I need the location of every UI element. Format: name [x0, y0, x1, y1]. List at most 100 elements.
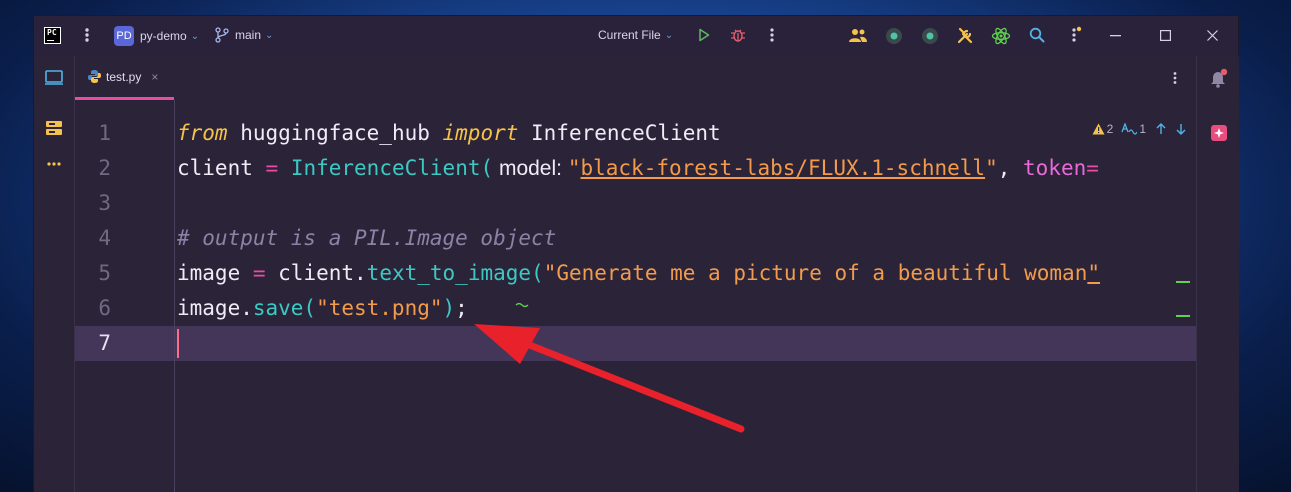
scroll-marker: [1176, 281, 1190, 283]
annotation-arrow: [474, 324, 745, 433]
run-configuration-selector[interactable]: Current File ⌄: [598, 28, 673, 42]
code-token: ": [1087, 261, 1100, 285]
warning-count: 2: [1106, 122, 1114, 136]
git-branch-icon: [215, 27, 229, 43]
line-number-gutter: 1 2 3 4 5 6 7: [75, 100, 175, 492]
chevron-down-icon: ⌄: [265, 29, 274, 41]
code-token: client: [177, 156, 266, 180]
code-token: import: [442, 121, 519, 145]
typo-count: 1: [1139, 122, 1146, 136]
code-token: ": [985, 156, 998, 180]
search-everywhere-button[interactable]: [1029, 27, 1045, 43]
line-number: 6: [98, 296, 111, 320]
users-icon: [849, 29, 867, 42]
notifications-button[interactable]: [1209, 68, 1229, 92]
run-button[interactable]: [698, 28, 710, 42]
structure-icon: [46, 121, 62, 135]
plugin-status-button-2[interactable]: [921, 27, 939, 45]
atom-icon: [991, 27, 1011, 45]
circle-status-icon: [886, 28, 902, 44]
more-actions-button[interactable]: [769, 27, 775, 43]
play-icon: [699, 28, 710, 42]
title-bar: PC PD py-demo ⌄ main ⌄ Current File ⌄: [34, 16, 1238, 56]
maximize-button[interactable]: [1160, 30, 1171, 41]
close-tab-button[interactable]: ×: [151, 70, 158, 84]
kebab-menu-icon: [1173, 72, 1177, 84]
code-token: ,: [997, 156, 1024, 180]
branch-selector[interactable]: main ⌄: [215, 27, 273, 43]
code-token: text_to_image(: [366, 261, 544, 285]
code-token: =: [265, 156, 279, 180]
code-token: client.: [265, 261, 367, 285]
code-token: "test.png": [316, 296, 443, 320]
more-tool-windows-button[interactable]: [46, 152, 62, 171]
more-horizontal-icon: [47, 162, 61, 166]
branch-name: main: [235, 28, 262, 42]
ai-chat-button[interactable]: [1210, 124, 1228, 146]
code-line[interactable]: client = InferenceClient( model: "black-…: [177, 151, 1099, 186]
left-tool-window-bar: [34, 56, 75, 492]
code-token: black-forest-labs/FLUX.1-schnell: [580, 156, 986, 180]
code-line[interactable]: image = client.text_to_image("Generate m…: [177, 256, 1100, 291]
code-token: # output is a PIL.Image object: [177, 226, 557, 250]
spark-chat-icon: [1211, 125, 1227, 141]
typo-icon: [1121, 123, 1138, 135]
ai-assistant-button[interactable]: [991, 26, 1011, 46]
maximize-icon: [1160, 30, 1171, 41]
bug-icon: [731, 29, 745, 42]
search-icon: [1029, 27, 1045, 43]
editor-tab-bar: test.py ×: [75, 56, 1196, 100]
tab-options-button[interactable]: [1172, 70, 1178, 89]
close-window-button[interactable]: [1207, 30, 1218, 41]
tools-icon: [957, 27, 973, 44]
code-token: "Generate me a picture of a beautiful wo…: [543, 261, 1088, 285]
code-token: ": [567, 156, 581, 180]
code-token: image: [177, 261, 253, 285]
arrow-down-icon[interactable]: [1176, 123, 1186, 135]
line-number: 7: [98, 331, 111, 355]
code-line[interactable]: # output is a PIL.Image object: [177, 221, 556, 256]
python-file-icon: [88, 70, 101, 83]
minimize-icon: [1110, 35, 1121, 37]
kebab-menu-icon: [770, 28, 774, 42]
kebab-menu-icon: [85, 28, 89, 42]
line-number: 4: [98, 226, 111, 250]
chevron-down-icon: ⌄: [664, 29, 674, 41]
text-caret: [177, 329, 179, 358]
tab-label: test.py: [106, 69, 142, 84]
code-token: =: [252, 261, 266, 285]
right-tool-window-bar: [1196, 56, 1239, 492]
tab-test-py[interactable]: test.py ×: [75, 56, 174, 100]
line-number: 5: [98, 261, 111, 285]
warning-icon: [1092, 123, 1105, 135]
code-line[interactable]: image.save("test.png");: [177, 291, 468, 326]
minimize-button[interactable]: [1110, 35, 1121, 37]
line-number: 3: [98, 191, 111, 215]
line-number: 2: [98, 156, 111, 180]
run-config-label: Current File: [598, 28, 661, 42]
bell-icon: [1211, 68, 1228, 88]
project-selector[interactable]: PD py-demo ⌄: [114, 26, 199, 46]
code-token: InferenceClient(: [290, 156, 494, 180]
close-icon: [1207, 30, 1218, 41]
ide-window: PC PD py-demo ⌄ main ⌄ Current File ⌄ te…: [34, 16, 1239, 492]
chevron-down-icon: ⌄: [190, 30, 200, 42]
app-logo[interactable]: PC: [44, 27, 61, 44]
structure-tool-button[interactable]: [45, 120, 63, 140]
code-token: InferenceClient: [518, 121, 721, 145]
main-menu-button[interactable]: [84, 27, 90, 43]
plugin-status-button[interactable]: [885, 27, 903, 45]
build-tools-button[interactable]: [956, 27, 974, 45]
code-token: =: [1086, 156, 1099, 180]
project-tool-button[interactable]: [44, 70, 64, 90]
code-token: save(: [252, 296, 317, 320]
settings-menu-button[interactable]: [1070, 26, 1082, 44]
debug-button[interactable]: [730, 27, 746, 43]
arrow-up-icon[interactable]: [1156, 123, 1166, 135]
project-name: py-demo: [140, 29, 187, 43]
code-with-me-button[interactable]: [848, 27, 868, 43]
line-number: 1: [98, 121, 111, 145]
inspection-widget[interactable]: 2 1: [1092, 122, 1186, 136]
code-line[interactable]: from huggingface_hub import InferenceCli…: [177, 116, 721, 151]
